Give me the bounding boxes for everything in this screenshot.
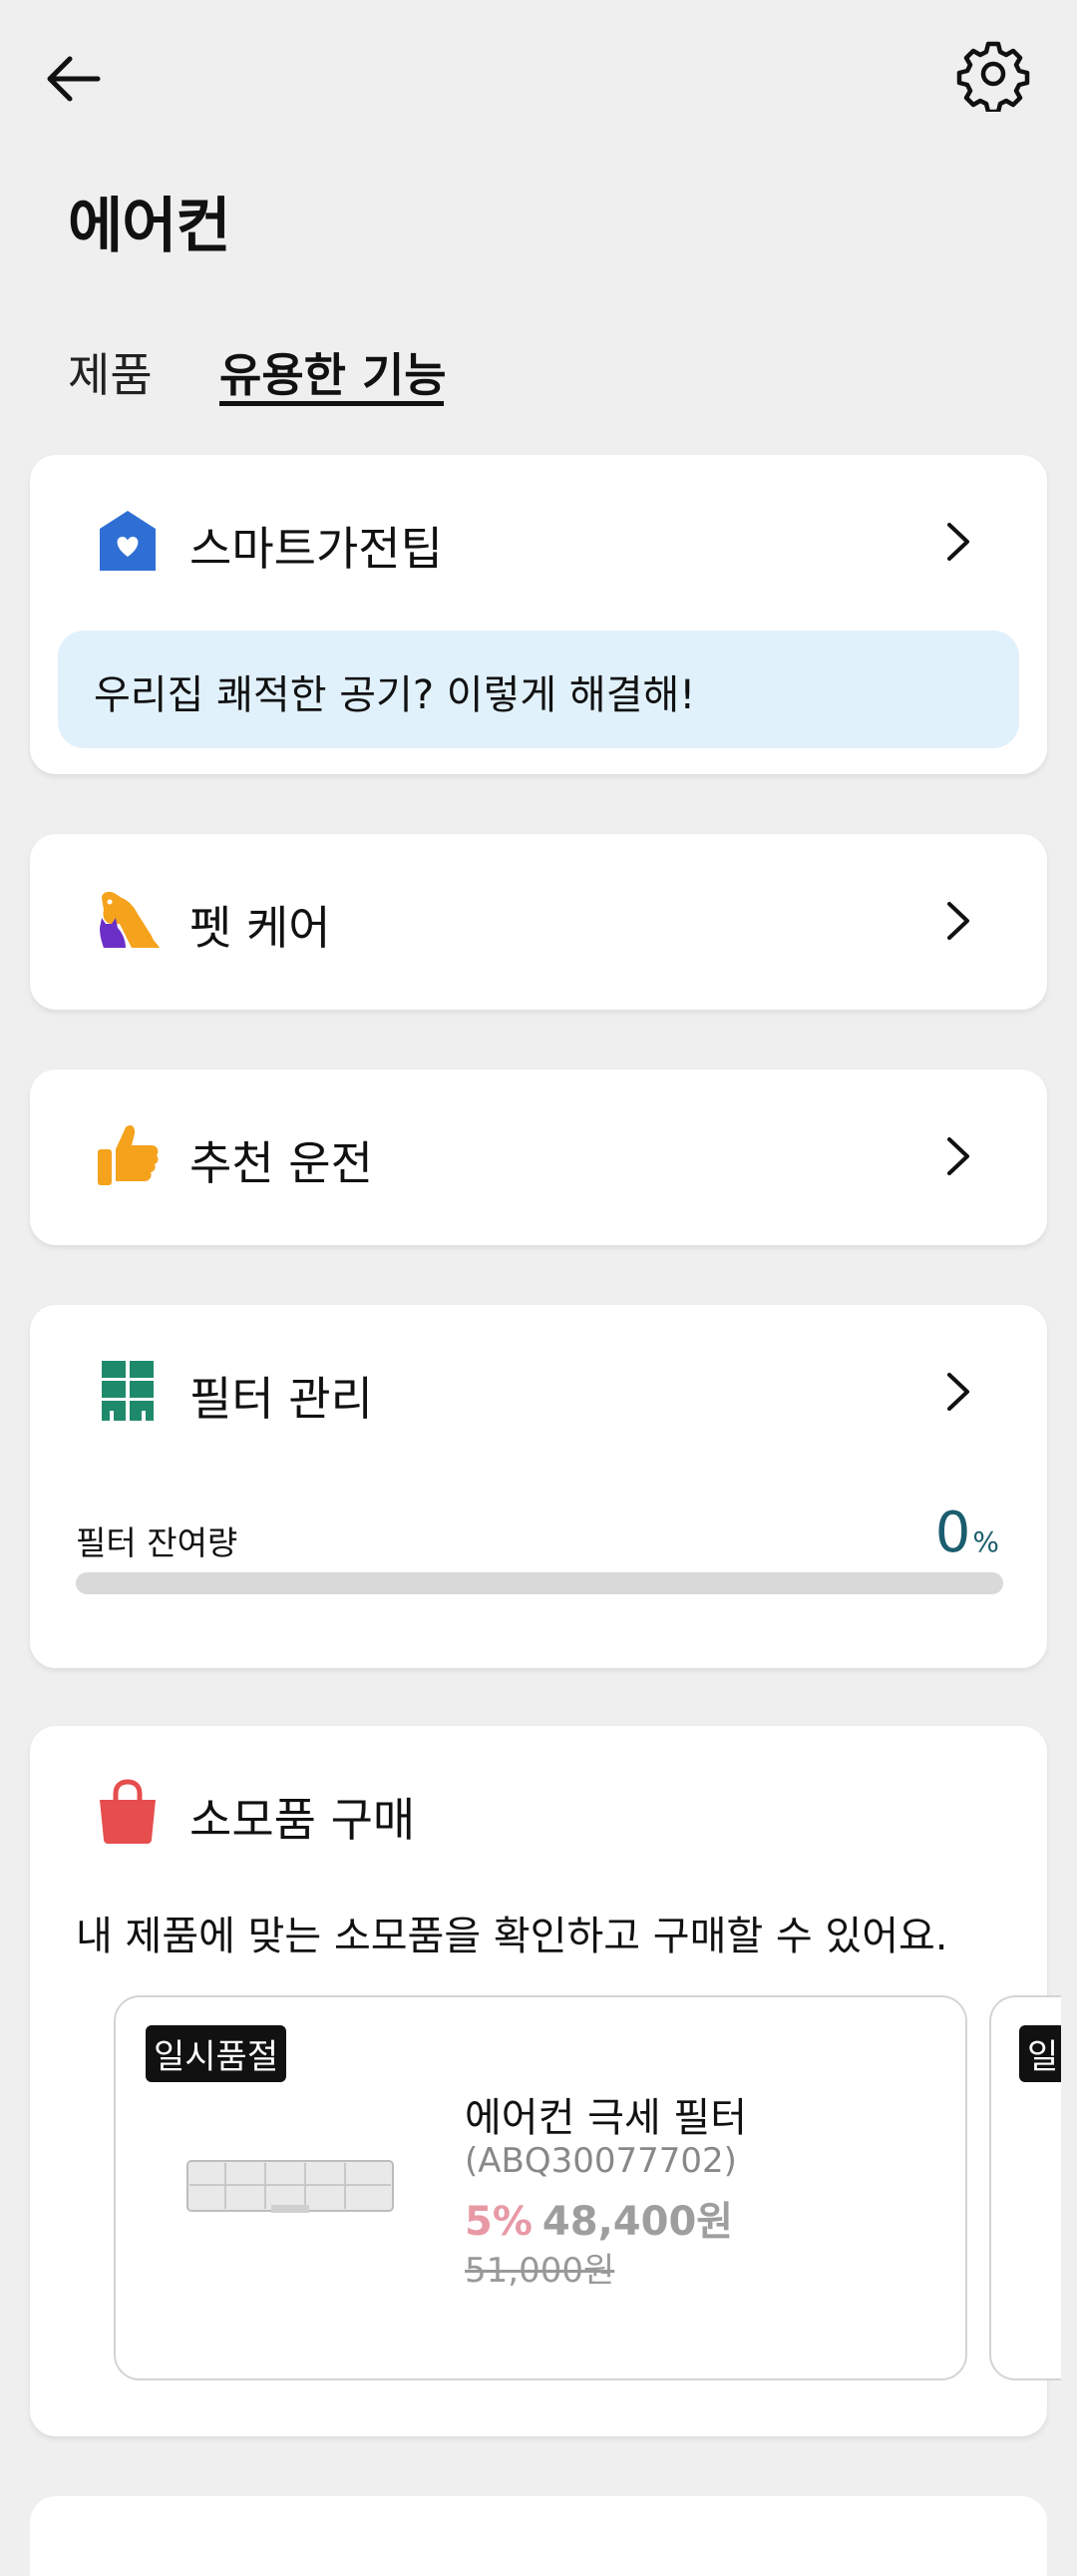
filter-management-row[interactable]: 필터 관리	[30, 1305, 1047, 1481]
filter-grid-icon	[102, 1361, 154, 1421]
top-bar	[0, 0, 1077, 150]
next-card-peek	[30, 2496, 1047, 2576]
consumables-title: 소모품 구매	[189, 1793, 416, 1847]
smart-tip-banner[interactable]: 우리집 쾌적한 공기? 이렇게 해결해!	[58, 631, 1019, 748]
chevron-right-icon	[947, 523, 969, 561]
tab-product[interactable]: 제품	[68, 339, 153, 405]
smart-tip-card: 스마트가전팁 우리집 쾌적한 공기? 이렇게 해결해!	[30, 455, 1047, 774]
recommended-operation-row[interactable]: 추천 운전	[30, 1070, 1047, 1245]
pet-care-card: 펫 케어	[30, 834, 1047, 1010]
filter-remaining-bar	[76, 1572, 1003, 1594]
house-heart-icon	[100, 511, 156, 571]
filter-management-title: 필터 관리	[189, 1372, 373, 1426]
filter-product-image	[186, 2160, 394, 2213]
smart-tip-row[interactable]: 스마트가전팁	[30, 455, 1047, 631]
recommended-operation-card: 추천 운전	[30, 1070, 1047, 1245]
pet-icon	[100, 891, 160, 948]
product-original-price: 51,000원	[465, 2251, 615, 2291]
product-name: 에어컨 극세 필터	[465, 2095, 748, 2141]
filter-management-card: 필터 관리 필터 잔여량 0%	[30, 1305, 1047, 1668]
chevron-right-icon	[947, 902, 969, 940]
tab-selected-indicator	[219, 401, 444, 406]
product-price-row: 5% 48,400원	[465, 2189, 733, 2247]
consumables-row: 소모품 구매	[30, 1726, 1047, 1902]
recommended-operation-title: 추천 운전	[189, 1136, 373, 1190]
consumables-description: 내 제품에 맞는 소모품을 확인하고 구매할 수 있어요.	[76, 1914, 948, 1959]
page-title: 에어컨	[68, 192, 231, 261]
arrow-left-icon	[47, 56, 101, 102]
filter-remaining-number: 0	[934, 1501, 971, 1565]
smart-tip-banner-text: 우리집 쾌적한 공기? 이렇게 해결해!	[94, 672, 696, 718]
product-discount: 5%	[465, 2199, 533, 2245]
consumables-card: 소모품 구매 내 제품에 맞는 소모품을 확인하고 구매할 수 있어요. 일시품…	[30, 1726, 1061, 2436]
pet-care-row[interactable]: 펫 케어	[30, 834, 1047, 1010]
chevron-right-icon	[947, 1373, 969, 1411]
chevron-right-icon	[947, 1137, 969, 1175]
shopping-bag-icon	[100, 1779, 156, 1844]
pet-care-title: 펫 케어	[189, 901, 331, 955]
soldout-badge: 일시품절	[146, 2025, 287, 2082]
smart-tip-title: 스마트가전팁	[189, 522, 443, 576]
filter-remaining-unit: %	[972, 1525, 999, 1558]
product-card[interactable]: 일시품절 에어컨 극세 필터 (ABQ30077702) 5% 48,400원 5…	[114, 1995, 967, 2380]
filter-remaining-label: 필터 잔여량	[76, 1523, 238, 1562]
tab-useful-features[interactable]: 유용한 기능	[219, 339, 447, 405]
product-code: (ABQ30077702)	[465, 2141, 737, 2181]
soldout-badge: 일	[1019, 2025, 1061, 2082]
product-price: 48,400원	[541, 2199, 734, 2245]
thumbs-up-icon	[98, 1125, 159, 1185]
settings-button[interactable]	[955, 36, 1031, 115]
gear-icon	[956, 41, 1030, 115]
product-card-next[interactable]: 일	[989, 1995, 1061, 2380]
back-button[interactable]	[40, 44, 110, 114]
filter-remaining-value: 0%	[935, 1501, 999, 1565]
